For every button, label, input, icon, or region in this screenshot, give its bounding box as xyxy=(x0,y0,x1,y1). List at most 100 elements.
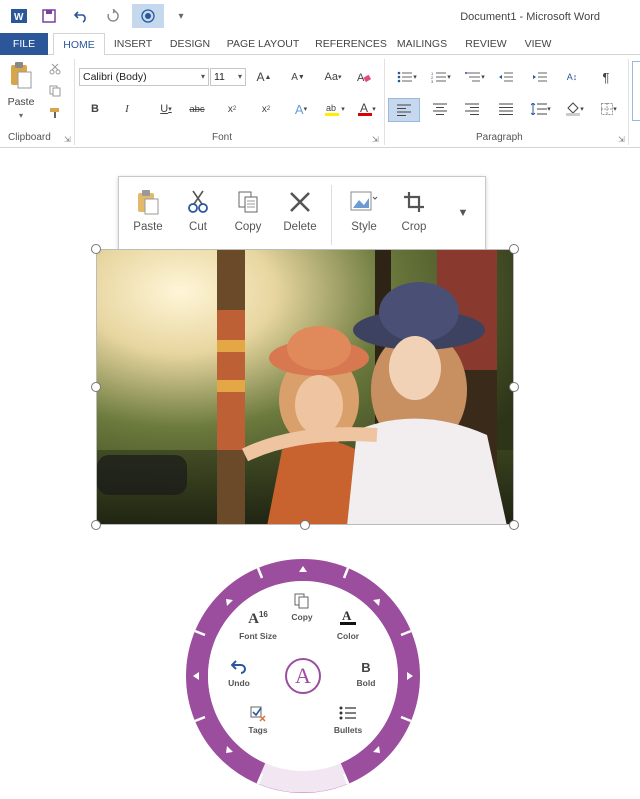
justify-icon[interactable] xyxy=(496,99,516,119)
mini-crop-button[interactable]: Crop xyxy=(389,187,439,247)
paragraph-group-label: Paragraph xyxy=(476,132,523,143)
tab-mailings[interactable]: MAILINGS xyxy=(394,33,450,55)
borders-icon[interactable]: ▾ xyxy=(596,99,622,119)
crop-icon xyxy=(389,187,439,217)
bold-icon[interactable]: B xyxy=(86,99,104,119)
tab-view[interactable]: VIEW xyxy=(520,33,556,55)
mini-style-button[interactable]: Style xyxy=(339,187,389,247)
chevron-down-icon: ▼ xyxy=(457,207,469,219)
align-center-icon[interactable] xyxy=(430,99,450,119)
svg-text:ab: ab xyxy=(326,103,336,113)
paste-icon xyxy=(123,187,173,217)
tab-review[interactable]: REVIEW xyxy=(462,33,510,55)
change-case-icon[interactable]: Aa ▾ xyxy=(320,67,346,87)
radial-bullets-label[interactable]: Bullets xyxy=(318,725,378,735)
subscript-icon[interactable]: x2 xyxy=(222,99,242,119)
numbering-icon[interactable]: 1 2 3 ▾ xyxy=(428,67,454,87)
align-left-icon[interactable] xyxy=(388,98,420,122)
clipboard-launcher-icon[interactable]: ⇲ xyxy=(64,135,71,144)
shading-icon[interactable]: ▾ xyxy=(562,99,588,119)
svg-text:3: 3 xyxy=(431,79,434,83)
mini-copy-label: Copy xyxy=(234,221,262,233)
italic-icon[interactable]: I xyxy=(118,99,136,119)
group-separator xyxy=(384,59,385,145)
resize-handle-right[interactable] xyxy=(509,382,519,392)
mini-more-button[interactable]: ▼ xyxy=(445,187,481,247)
radial-undo-icon[interactable] xyxy=(209,660,269,677)
customize-qat-icon[interactable]: ▾ xyxy=(168,4,194,28)
shrink-font-icon[interactable]: A ▼ xyxy=(288,67,308,87)
center-glyph[interactable]: A xyxy=(286,660,320,692)
text-effects-icon[interactable]: A ▾ xyxy=(288,99,314,119)
clear-formatting-icon[interactable]: A xyxy=(354,67,374,87)
resize-handle-bottom-right[interactable] xyxy=(509,520,519,530)
increase-indent-icon[interactable] xyxy=(530,67,550,87)
touch-mode-icon[interactable] xyxy=(132,4,164,28)
font-size-value: 16 xyxy=(258,610,268,619)
paste-dropdown-icon[interactable]: ▾ xyxy=(14,110,28,120)
radial-undo-label[interactable]: Undo xyxy=(209,678,269,688)
sort-icon[interactable]: A↕ xyxy=(562,67,582,87)
mini-delete-button[interactable]: Delete xyxy=(275,187,325,247)
picture-style-icon xyxy=(339,187,389,217)
radial-font-size-label[interactable]: Font Size xyxy=(228,631,288,641)
tab-page-layout[interactable]: PAGE LAYOUT xyxy=(224,33,302,55)
tab-references[interactable]: REFERENCES xyxy=(312,33,390,55)
radial-tags-label[interactable]: Tags xyxy=(228,725,288,735)
bullets-icon[interactable]: ▾ xyxy=(394,67,420,87)
paste-icon[interactable] xyxy=(6,59,36,91)
mini-toolbar: Paste Cut Copy Delete Style Crop ▼ xyxy=(118,176,486,252)
window-title: Document1 - Microsoft Word xyxy=(460,11,600,23)
mini-style-label: Style xyxy=(351,221,377,233)
highlight-color-icon[interactable]: ab ▾ xyxy=(322,99,348,119)
bullets-icon[interactable] xyxy=(318,705,378,724)
cut-icon xyxy=(173,187,223,217)
tags-icon[interactable] xyxy=(228,705,288,726)
resize-handle-bottom-left[interactable] xyxy=(91,520,101,530)
paragraph-launcher-icon[interactable]: ⇲ xyxy=(618,135,625,144)
underline-icon[interactable]: U ▾ xyxy=(152,99,180,119)
line-spacing-icon[interactable]: ▾ xyxy=(528,99,554,119)
resize-handle-left[interactable] xyxy=(91,382,101,392)
group-separator xyxy=(628,59,629,145)
font-color-icon[interactable]: A xyxy=(318,608,378,629)
word-app-icon[interactable]: W xyxy=(6,4,32,28)
font-size-icon[interactable]: A16 xyxy=(228,610,288,628)
mini-copy-button[interactable]: Copy xyxy=(223,187,273,247)
save-icon[interactable] xyxy=(36,4,62,28)
redo-icon[interactable] xyxy=(100,4,126,28)
bold-icon[interactable]: B xyxy=(336,660,396,675)
chevron-down-icon: ▾ xyxy=(200,72,205,81)
font-color-icon[interactable]: A ▾ xyxy=(354,99,380,119)
decrease-indent-icon[interactable] xyxy=(496,67,516,87)
tab-insert[interactable]: INSERT xyxy=(110,33,156,55)
copy-icon[interactable] xyxy=(46,83,64,99)
tab-design[interactable]: DESIGN xyxy=(166,33,214,55)
radial-bold-label[interactable]: Bold xyxy=(336,678,396,688)
styles-gallery[interactable] xyxy=(632,61,640,121)
font-group-label: Font xyxy=(212,132,233,143)
radial-color-label[interactable]: Color xyxy=(318,631,378,641)
resize-handle-top-right[interactable] xyxy=(509,244,519,254)
tab-file[interactable]: FILE xyxy=(0,33,48,55)
grow-font-icon[interactable]: A ▲ xyxy=(254,67,274,87)
resize-handle-top-left[interactable] xyxy=(91,244,101,254)
mini-paste-button[interactable]: Paste xyxy=(123,187,173,247)
resize-handle-bottom[interactable] xyxy=(300,520,310,530)
superscript-icon[interactable]: x2 xyxy=(256,99,276,119)
font-name-combo[interactable]: Calibri (Body) ▾ xyxy=(79,68,209,86)
font-launcher-icon[interactable]: ⇲ xyxy=(372,135,379,144)
show-marks-icon[interactable]: ¶ xyxy=(596,67,616,87)
align-right-icon[interactable] xyxy=(462,99,482,119)
font-size-combo[interactable]: 11 ▾ xyxy=(210,68,246,86)
multilevel-list-icon[interactable]: ▾ xyxy=(462,67,488,87)
cut-icon[interactable] xyxy=(46,61,64,77)
mini-toolbar-separator xyxy=(331,185,332,245)
selected-picture[interactable] xyxy=(96,249,514,525)
undo-icon[interactable] xyxy=(68,4,94,28)
paste-label[interactable]: Paste xyxy=(4,95,38,109)
format-painter-icon[interactable] xyxy=(46,105,64,121)
mini-cut-button[interactable]: Cut xyxy=(173,187,223,247)
strikethrough-icon[interactable]: abc xyxy=(186,99,208,119)
tab-home[interactable]: HOME xyxy=(53,33,105,56)
